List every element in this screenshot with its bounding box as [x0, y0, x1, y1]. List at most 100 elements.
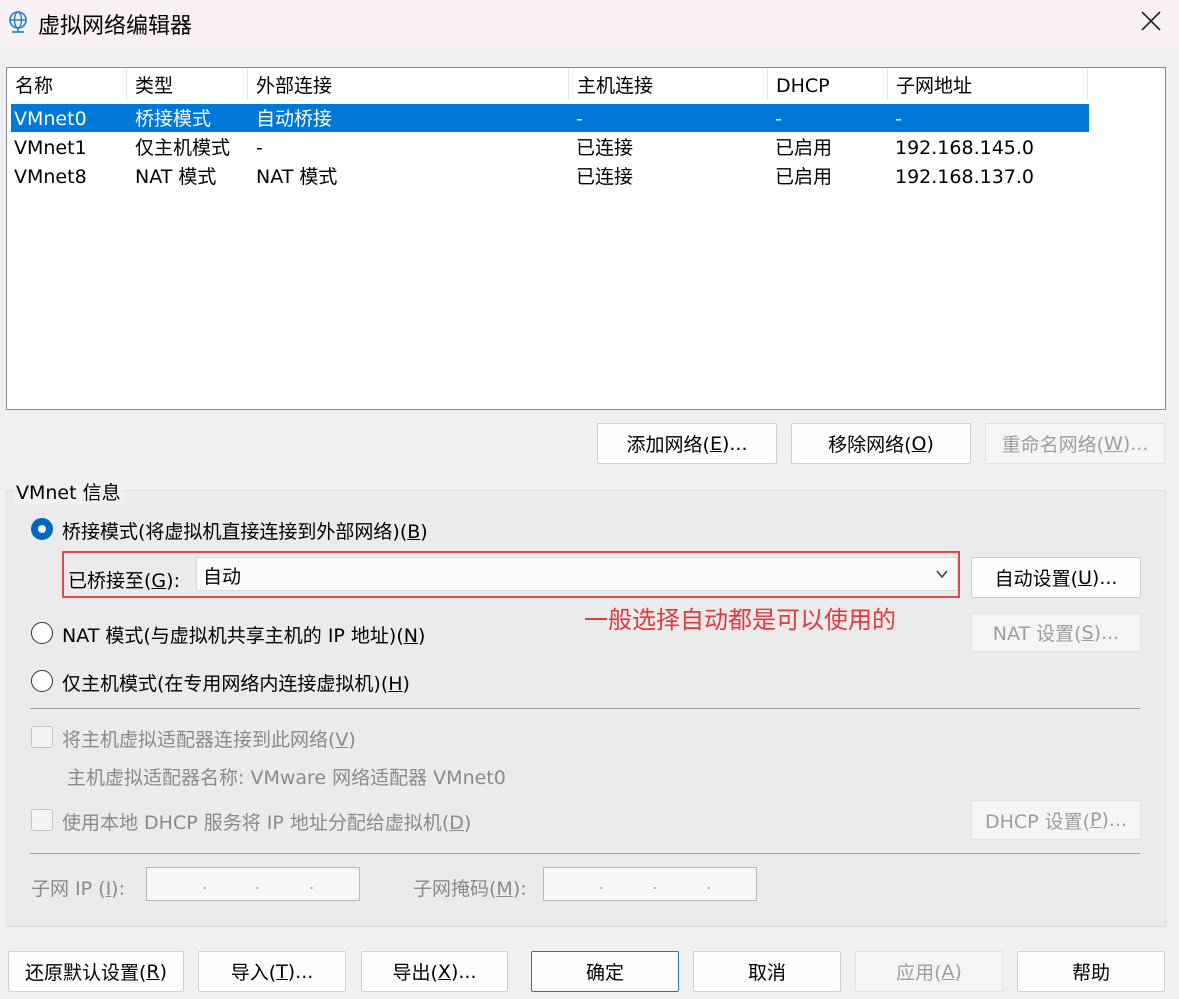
table-row[interactable]: VMnet8 NAT 模式 NAT 模式 已连接 已启用 192.168.137… — [11, 162, 1089, 190]
nat-mode-suffix: ) — [417, 625, 426, 647]
row-subnet: - — [895, 108, 902, 130]
rename-network-button[interactable]: 重命名网络(W)... — [985, 423, 1165, 464]
auto-settings-button[interactable]: 自动设置(U)... — [971, 557, 1141, 598]
export-accesskey: X — [437, 960, 451, 983]
cancel-button[interactable]: 取消 — [693, 951, 841, 992]
list-header: 名称 类型 外部连接 主机连接 DHCP 子网地址 — [7, 68, 1089, 100]
chevron-down-icon — [936, 570, 948, 579]
nat-mode-radio[interactable] — [31, 622, 53, 644]
ip-dot: . — [599, 874, 605, 893]
remove-network-accesskey: O — [911, 432, 927, 455]
column-header-type[interactable]: 类型 — [127, 68, 248, 100]
bridged-mode-accesskey: B — [407, 521, 421, 543]
network-list[interactable]: 名称 类型 外部连接 主机连接 DHCP 子网地址 VMnet0 桥接模式 自动… — [6, 67, 1166, 410]
subnet-mask-input[interactable]: . . . — [543, 867, 757, 901]
column-header-external[interactable]: 外部连接 — [248, 68, 569, 100]
apply-accesskey: A — [941, 960, 955, 983]
import-label: 导入( — [230, 962, 277, 984]
row-name: VMnet8 — [14, 166, 87, 188]
connect-adapter-suffix: ) — [348, 729, 356, 751]
row-external: 自动桥接 — [256, 108, 333, 130]
close-button[interactable] — [1126, 0, 1176, 42]
vmnet-info-legend: VMnet 信息 — [14, 478, 123, 505]
nat-mode-label[interactable]: NAT 模式(与虚拟机共享主机的 IP 地址)(N) — [62, 621, 425, 648]
auto-settings-label: 自动设置( — [994, 568, 1078, 590]
nat-mode-accesskey: N — [403, 625, 418, 647]
remove-network-suffix: ) — [926, 432, 934, 455]
column-header-host[interactable]: 主机连接 — [569, 68, 768, 100]
restore-defaults-button[interactable]: 还原默认设置(R) — [8, 951, 184, 992]
ip-dot: . — [706, 874, 712, 893]
divider — [30, 853, 1140, 854]
subnet-mask-text: 子网掩码( — [413, 878, 497, 900]
export-suffix: )... — [450, 960, 477, 983]
host-only-label[interactable]: 仅主机模式(在专用网络内连接虚拟机)(H) — [62, 669, 410, 696]
auto-settings-accesskey: U — [1077, 566, 1092, 589]
row-host: 已连接 — [576, 166, 634, 188]
bridged-to-accesskey: G — [151, 570, 167, 592]
row-subnet: 192.168.145.0 — [895, 137, 1035, 159]
subnet-ip-suffix: ): — [111, 878, 125, 900]
window-title: 虚拟网络编辑器 — [38, 14, 193, 39]
apply-button[interactable]: 应用(A) — [855, 951, 1003, 992]
remove-network-label: 移除网络( — [828, 434, 912, 456]
bridged-mode-radio[interactable] — [31, 518, 53, 540]
host-only-accesskey: H — [388, 673, 403, 695]
rename-network-suffix: )... — [1122, 432, 1149, 455]
ip-dot: . — [652, 874, 658, 893]
row-host: - — [576, 108, 583, 130]
export-label: 导出( — [392, 962, 438, 984]
table-row[interactable]: VMnet0 桥接模式 自动桥接 - - - — [11, 104, 1089, 132]
bridged-to-select[interactable]: 自动 — [196, 557, 958, 591]
dhcp-settings-label: DHCP 设置( — [984, 810, 1091, 833]
export-button[interactable]: 导出(X)... — [361, 951, 508, 992]
import-suffix: )... — [287, 960, 314, 983]
divider — [30, 708, 1140, 709]
import-button[interactable]: 导入(T)... — [198, 951, 346, 992]
network-globe-icon — [9, 11, 27, 33]
use-dhcp-label[interactable]: 使用本地 DHCP 服务将 IP 地址分配给虚拟机(D) — [62, 808, 471, 835]
import-accesskey: T — [276, 960, 288, 983]
row-name: VMnet1 — [14, 137, 87, 159]
subnet-mask-suffix: ): — [512, 878, 527, 900]
connect-adapter-accesskey: V — [335, 729, 349, 751]
subnet-ip-text: 子网 IP ( — [31, 878, 106, 900]
apply-label: 应用( — [896, 962, 942, 984]
host-only-suffix: ) — [402, 673, 410, 695]
bridged-mode-label[interactable]: 桥接模式(将虚拟机直接连接到外部网络)(B) — [62, 517, 428, 544]
bridged-mode-text: 桥接模式(将虚拟机直接连接到外部网络)( — [62, 521, 408, 543]
connect-adapter-label[interactable]: 将主机虚拟适配器连接到此网络(V) — [62, 725, 356, 752]
row-dhcp: 已启用 — [775, 166, 833, 188]
connect-adapter-checkbox[interactable] — [31, 726, 53, 748]
nat-settings-label: NAT 设置( — [992, 623, 1082, 645]
adapter-name-text: 主机虚拟适配器名称: VMware 网络适配器 VMnet0 — [67, 767, 506, 789]
bridged-to-text: 已桥接至( — [68, 570, 152, 592]
table-row[interactable]: VMnet1 仅主机模式 - 已连接 已启用 192.168.145.0 — [11, 133, 1089, 161]
column-header-subnet[interactable]: 子网地址 — [888, 68, 1088, 100]
nat-mode-text: NAT 模式(与虚拟机共享主机的 IP 地址)( — [62, 625, 404, 647]
row-dhcp: - — [775, 108, 782, 130]
host-only-text: 仅主机模式(在专用网络内连接虚拟机)( — [62, 673, 389, 695]
cancel-label: 取消 — [747, 962, 786, 984]
title-bar: 虚拟网络编辑器 — [0, 0, 1179, 48]
row-dhcp: 已启用 — [775, 137, 833, 159]
nat-settings-button[interactable]: NAT 设置(S)... — [971, 613, 1141, 652]
column-header-dhcp[interactable]: DHCP — [768, 68, 888, 100]
ok-button[interactable]: 确定 — [531, 951, 679, 992]
remove-network-button[interactable]: 移除网络(O) — [791, 423, 971, 464]
host-only-radio[interactable] — [31, 670, 53, 692]
auto-settings-suffix: )... — [1091, 566, 1118, 589]
rename-network-label: 重命名网络( — [1001, 434, 1105, 456]
help-label: 帮助 — [1071, 962, 1110, 984]
row-subnet: 192.168.137.0 — [895, 166, 1035, 188]
dhcp-settings-suffix: )... — [1101, 809, 1128, 831]
subnet-ip-input[interactable]: . . . — [146, 867, 360, 901]
use-dhcp-checkbox[interactable] — [31, 809, 53, 831]
help-button[interactable]: 帮助 — [1017, 951, 1165, 992]
add-network-suffix: )... — [721, 432, 748, 455]
row-host: 已连接 — [576, 137, 634, 159]
column-header-name[interactable]: 名称 — [7, 68, 127, 100]
apply-suffix: ) — [954, 960, 962, 983]
dhcp-settings-button[interactable]: DHCP 设置(P)... — [971, 800, 1141, 840]
add-network-button[interactable]: 添加网络(E)... — [597, 423, 777, 464]
